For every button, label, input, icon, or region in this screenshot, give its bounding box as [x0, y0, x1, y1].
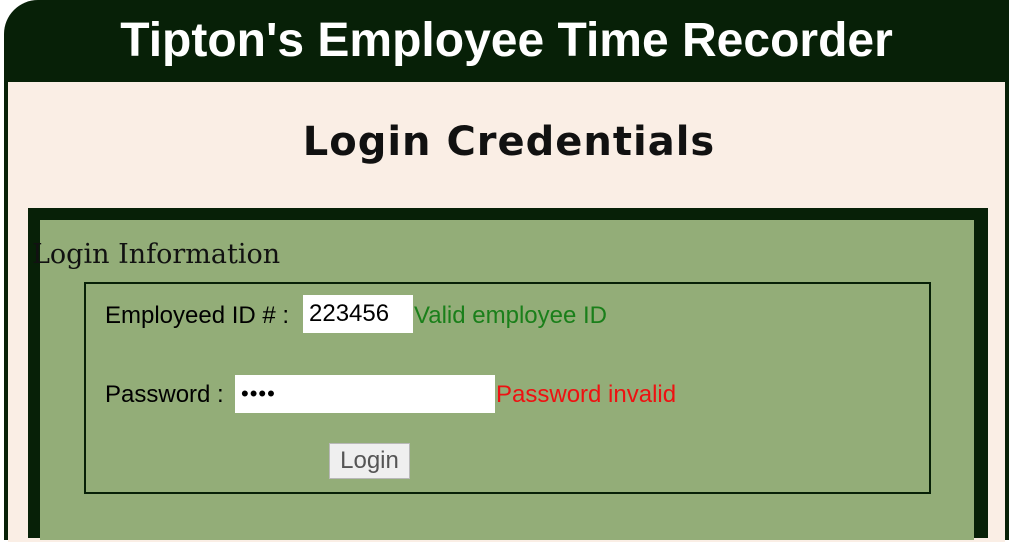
employee-id-label: Employeed ID # : [105, 302, 290, 329]
app-title: Tipton's Employee Time Recorder [120, 14, 893, 67]
page-title: Login Credentials [302, 119, 716, 165]
password-label: Password : [105, 381, 224, 408]
employee-id-input[interactable] [303, 295, 413, 333]
password-input[interactable] [235, 375, 495, 413]
app-header: Tipton's Employee Time Recorder [4, 0, 1009, 82]
employee-id-valid-message: Valid employee ID [414, 302, 607, 329]
login-information-heading: Login Information [32, 239, 281, 270]
password-invalid-message: Password invalid [496, 381, 677, 408]
login-button[interactable]: Login [329, 443, 410, 479]
